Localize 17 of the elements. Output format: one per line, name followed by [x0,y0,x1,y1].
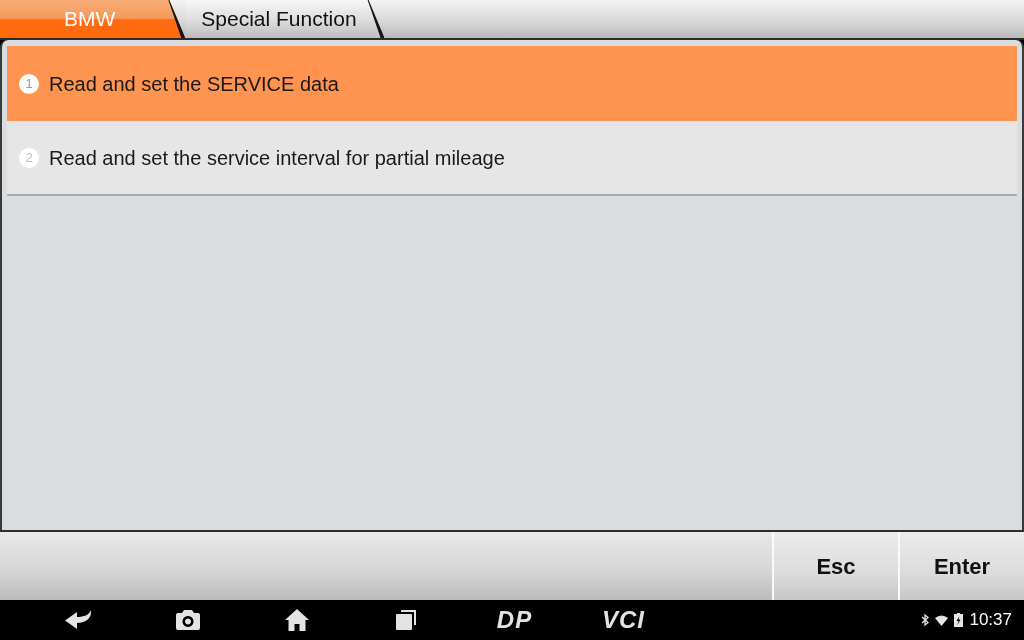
shortcut-button[interactable]: DP [492,606,537,634]
back-icon[interactable] [63,609,94,631]
wifi-icon [935,614,949,626]
bluetooth-icon [921,614,930,626]
camera-icon[interactable] [174,609,201,631]
status-time: 10:37 [969,609,1012,632]
home-icon[interactable] [283,608,310,632]
breadcrumb-tab[interactable]: Special Function [185,0,385,38]
recents-icon[interactable] [394,609,417,631]
battery-icon [954,613,964,627]
item-number: 1 [19,73,39,94]
softkey-button[interactable]: Enter [898,532,1024,600]
menu-item[interactable]: 2 Read and set the service interval for partial mileage [7,121,1017,196]
item-number: 2 [19,147,39,168]
menu-item[interactable]: 1 Read and set the SERVICE data [7,46,1017,121]
shortcut-button[interactable]: VCI [598,606,649,634]
softkey-button[interactable]: Esc [772,532,898,600]
